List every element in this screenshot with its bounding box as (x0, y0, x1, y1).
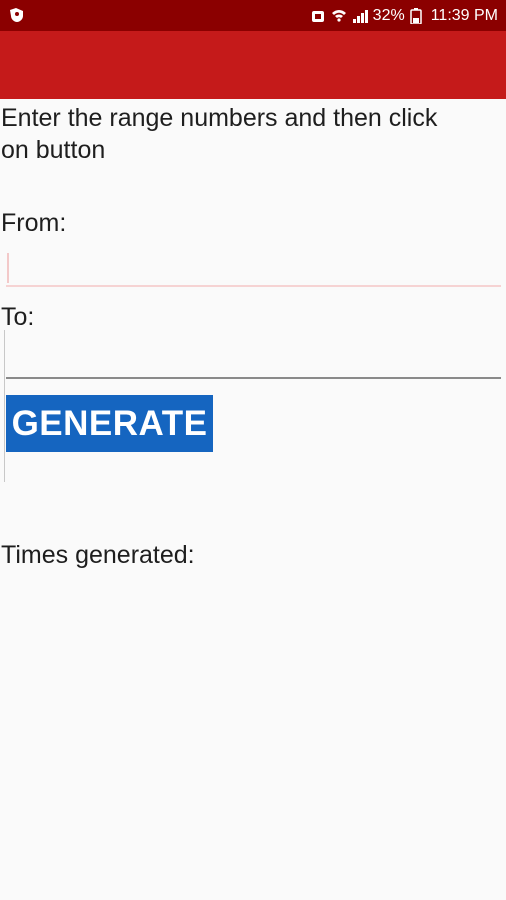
signal-icon (352, 8, 368, 24)
battery-percent: 32% (372, 6, 405, 24)
text-cursor (7, 253, 9, 283)
alarm-icon (310, 8, 326, 24)
status-bar: 32% 11:39 PM (0, 0, 506, 31)
generate-button[interactable]: GENERATE (6, 395, 213, 452)
battery-icon (409, 7, 426, 25)
to-label: To: (1, 303, 35, 331)
times-generated-label: Times generated: (1, 541, 195, 569)
instruction-text: Enter the range numbers and then click o… (1, 104, 438, 164)
wifi-icon (331, 8, 347, 24)
app-notification-icon (8, 6, 26, 24)
to-field[interactable] (6, 339, 501, 379)
from-field[interactable] (6, 247, 501, 287)
clock: 11:39 PM (430, 6, 498, 24)
from-label: From: (1, 209, 67, 237)
status-icons: 32% 11:39 PM (310, 0, 498, 31)
app-bar (0, 31, 506, 99)
divider (4, 330, 5, 482)
